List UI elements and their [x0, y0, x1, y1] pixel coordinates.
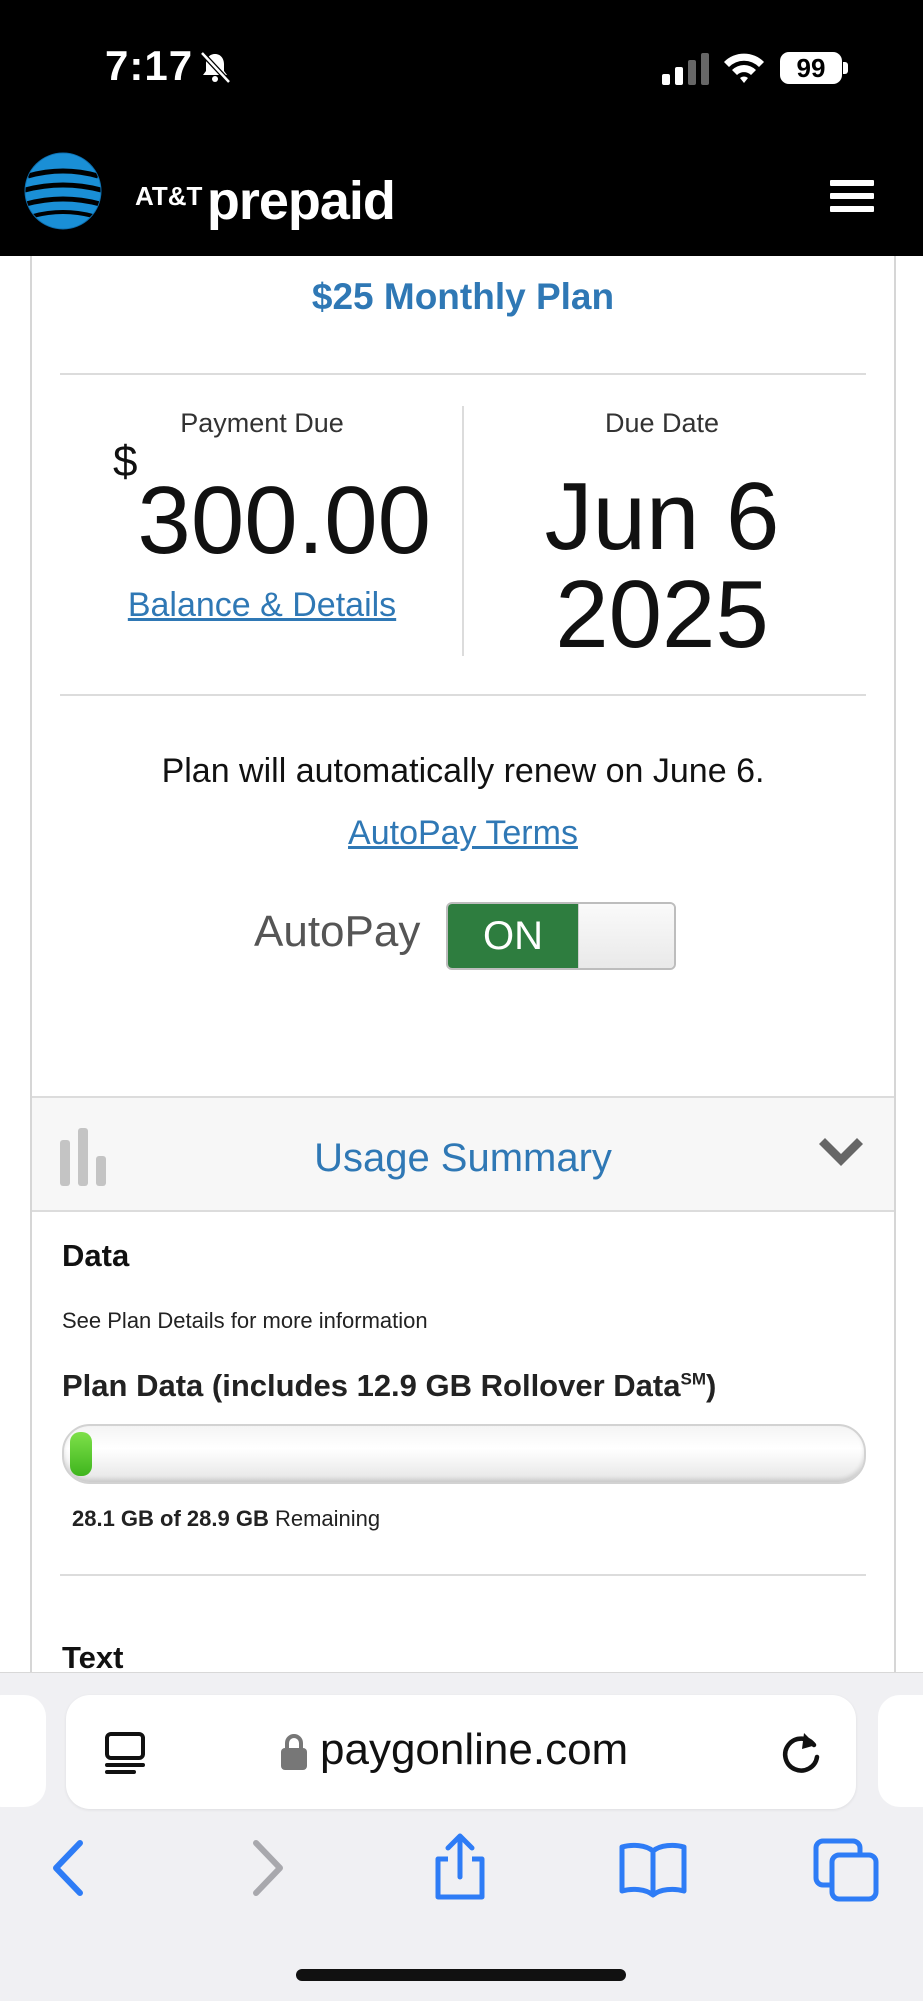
cellular-signal-icon	[662, 53, 709, 85]
data-section-title: Data	[62, 1238, 130, 1273]
page-menu-icon[interactable]	[104, 1731, 146, 1775]
back-arrow-icon[interactable]	[46, 1833, 90, 1903]
toggle-knob	[578, 904, 674, 968]
plan-data-text: Plan Data (includes 12.9 GB Rollover Dat…	[62, 1368, 681, 1403]
due-date-label: Due Date	[604, 408, 720, 438]
remaining-word: Remaining	[268, 1506, 381, 1531]
browser-toolbar: paygonline.com	[0, 1672, 923, 2001]
currency-symbol: $	[112, 437, 138, 486]
autopay-label: AutoPay	[254, 907, 421, 956]
plan-card: $25 Monthly Plan Payment Due $300.00 Bal…	[30, 256, 896, 1675]
brand-prepaid-text: prepaid	[206, 171, 396, 231]
home-indicator[interactable]	[296, 1969, 626, 1981]
renew-notice: Plan will automatically renew on June 6.	[161, 752, 765, 790]
clock-time: 7:17	[105, 42, 194, 89]
reload-icon[interactable]	[778, 1729, 824, 1775]
divider	[60, 1574, 866, 1576]
chevron-down-icon[interactable]	[816, 1136, 866, 1172]
progress-fill	[70, 1432, 92, 1476]
payment-due-label: Payment Due	[180, 408, 344, 438]
lock-icon	[281, 1734, 307, 1770]
plan-data-label: Plan Data (includes 12.9 GB Rollover Dat…	[62, 1368, 716, 1404]
toggle-on-label: ON	[448, 904, 578, 968]
due-date-year: 2025	[555, 561, 769, 668]
service-mark: SM	[680, 1369, 706, 1389]
divider	[60, 694, 866, 696]
battery-tip	[843, 62, 848, 74]
previous-tab-preview[interactable]	[0, 1695, 46, 1807]
balance-details-link[interactable]: Balance & Details	[72, 586, 452, 625]
due-date-value: Jun 6 2025	[472, 468, 852, 664]
usage-summary-header[interactable]: Usage Summary	[32, 1096, 894, 1212]
hamburger-menu-icon[interactable]	[830, 180, 874, 216]
data-note: See Plan Details for more information	[62, 1308, 428, 1333]
wifi-icon	[724, 53, 764, 83]
bell-muted-icon	[200, 51, 231, 84]
site-header: AT&T prepaid	[0, 130, 923, 256]
status-bar: 7:17 99	[0, 0, 923, 130]
brand-att-text: AT&T	[135, 181, 203, 211]
usage-summary-title: Usage Summary	[314, 1136, 612, 1180]
plan-data-close: )	[705, 1368, 717, 1403]
amount-value: 300.00	[137, 467, 432, 574]
att-globe-logo-icon[interactable]	[24, 152, 102, 230]
next-tab-preview[interactable]	[878, 1695, 923, 1807]
vertical-divider	[462, 406, 464, 656]
text-section-title: Text	[62, 1640, 124, 1675]
address-bar[interactable]: paygonline.com	[66, 1695, 856, 1809]
bookmarks-icon[interactable]	[618, 1833, 688, 1903]
plan-title: $25 Monthly Plan	[311, 276, 615, 317]
battery-indicator: 99	[780, 52, 842, 84]
remaining-amount: 28.1 GB of 28.9 GB	[72, 1506, 269, 1531]
due-date-day: Jun 6	[544, 463, 780, 570]
divider	[60, 373, 866, 375]
autopay-toggle[interactable]: ON	[446, 902, 676, 970]
payment-amount: $300.00	[92, 437, 452, 576]
brand-logo[interactable]: AT&T prepaid	[135, 170, 396, 232]
data-usage-progress-bar	[62, 1424, 866, 1484]
autopay-terms-link[interactable]: AutoPay Terms	[32, 814, 894, 853]
forward-arrow-icon[interactable]	[246, 1833, 290, 1903]
url-text[interactable]: paygonline.com	[320, 1725, 628, 1775]
share-icon[interactable]	[430, 1833, 490, 1903]
data-remaining: 28.1 GB of 28.9 GB Remaining	[72, 1506, 380, 1532]
tabs-icon[interactable]	[812, 1833, 882, 1903]
